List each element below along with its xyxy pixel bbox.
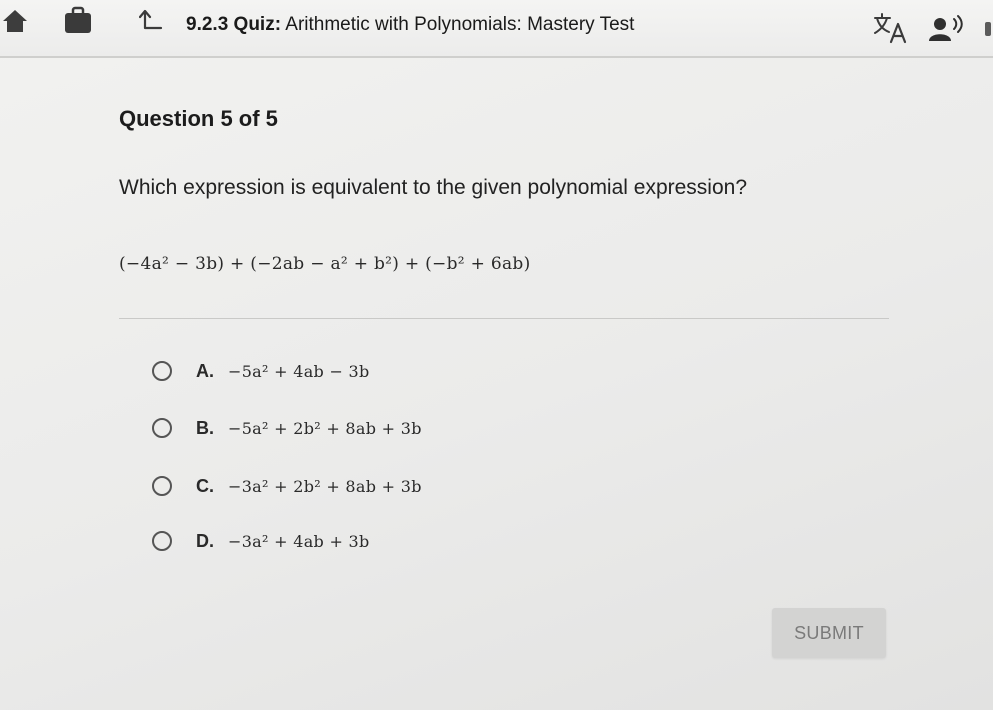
translate-button[interactable]	[870, 10, 912, 46]
home-icon	[3, 10, 27, 32]
radio-button-a[interactable]	[152, 361, 172, 381]
question-number: Question 5 of 5	[119, 106, 278, 131]
radio-button-d[interactable]	[152, 531, 172, 551]
answer-option-a[interactable]: A. −5a² + 4ab − 3b	[152, 356, 370, 386]
option-text-a: −5a² + 4ab − 3b	[228, 361, 370, 381]
radio-button-c[interactable]	[152, 476, 172, 496]
quiz-kind: Quiz:	[233, 14, 282, 35]
audio-icon	[929, 15, 963, 41]
option-letter-b: B.	[196, 417, 214, 438]
backpack-button[interactable]	[60, 4, 96, 36]
option-letter-a: A.	[196, 360, 214, 381]
question-prompt: Which expression is equivalent to the gi…	[119, 176, 748, 199]
answer-option-b[interactable]: B. −5a² + 2b² + 8ab + 3b	[152, 413, 422, 443]
polynomial-expression: (−4a² − 3b) + (−2ab − a² + b²) + (−b² + …	[119, 254, 531, 274]
divider	[119, 318, 889, 319]
answer-option-c[interactable]: C. −3a² + 2b² + 8ab + 3b	[152, 471, 422, 501]
radio-button-b[interactable]	[152, 418, 172, 438]
up-level-button[interactable]	[138, 6, 164, 32]
edge-marker	[985, 22, 991, 36]
option-text-b: −5a² + 2b² + 8ab + 3b	[228, 418, 422, 438]
top-bar: 9.2.3 Quiz: Arithmetic with Polynomials:…	[0, 0, 993, 58]
quiz-code: 9.2.3	[186, 14, 229, 35]
translate-icon	[874, 13, 907, 44]
option-text-d: −3a² + 4ab + 3b	[228, 531, 370, 551]
home-button[interactable]	[0, 6, 30, 36]
quiz-title: 9.2.3 Quiz: Arithmetic with Polynomials:…	[186, 14, 634, 36]
audio-button[interactable]	[924, 12, 968, 44]
option-letter-c: C.	[196, 475, 214, 496]
option-text-c: −3a² + 2b² + 8ab + 3b	[228, 476, 422, 496]
backpack-icon	[65, 6, 91, 33]
quiz-title-text: Arithmetic with Polynomials: Mastery Tes…	[285, 14, 635, 35]
up-arrow-icon	[139, 9, 163, 30]
submit-button[interactable]: SUBMIT	[772, 608, 886, 658]
option-letter-d: D.	[196, 530, 214, 551]
answer-option-d[interactable]: D. −3a² + 4ab + 3b	[152, 526, 370, 556]
